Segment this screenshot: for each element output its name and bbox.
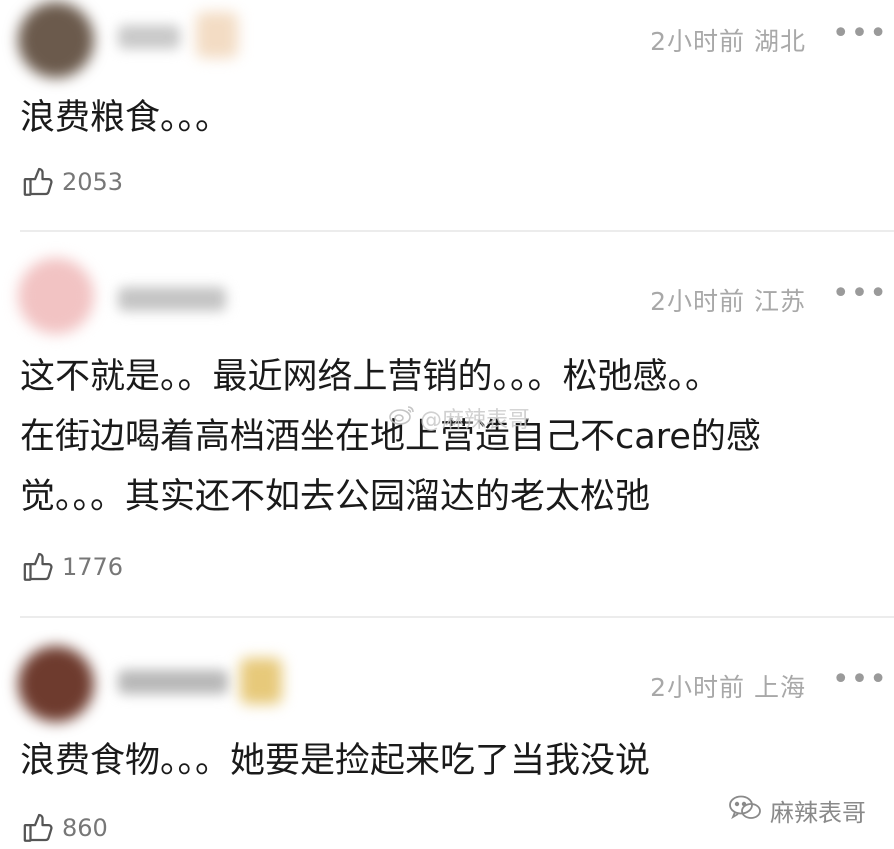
wechat-watermark: 麻辣表哥 bbox=[728, 793, 866, 828]
like-count: 1776 bbox=[62, 553, 124, 581]
weibo-icon bbox=[388, 404, 416, 432]
username-blurred[interactable] bbox=[118, 670, 228, 694]
comment-text: 这不就是。。最近网络上营销的。。。松弛感。。 在街边喝着高档酒坐在地上营造自己不… bbox=[20, 347, 864, 527]
comment-text: 浪费食物。。。她要是捡起来吃了当我没说 bbox=[20, 731, 864, 791]
comment-item: 2小时前 湖北 ••• 浪费粮食。。。 2053 bbox=[0, 0, 894, 230]
comment-line: 浪费食物。。。她要是捡起来吃了当我没说 bbox=[20, 741, 651, 781]
like-button[interactable]: 1776 bbox=[22, 550, 123, 584]
wechat-icon bbox=[728, 794, 762, 828]
user-badge bbox=[240, 658, 282, 704]
comment-line: 这不就是。。最近网络上营销的。。。松弛感。。 bbox=[20, 357, 721, 397]
wechat-watermark-text: 麻辣表哥 bbox=[770, 799, 866, 827]
thumbs-up-icon bbox=[22, 165, 56, 199]
like-button[interactable]: 860 bbox=[22, 811, 108, 845]
like-button[interactable]: 2053 bbox=[22, 165, 123, 199]
user-badge bbox=[196, 12, 238, 58]
weibo-watermark: @麻辣表哥 bbox=[388, 402, 530, 434]
more-options-icon[interactable]: ••• bbox=[832, 662, 888, 697]
thumbs-up-icon bbox=[22, 811, 56, 845]
like-count: 860 bbox=[62, 814, 108, 842]
comment-meta: 2小时前 上海 bbox=[650, 673, 806, 702]
comment-list: 2小时前 湖北 ••• 浪费粮食。。。 2053 2小时前 江苏 ••• 这不就… bbox=[0, 0, 894, 849]
username-blurred[interactable] bbox=[118, 25, 180, 49]
more-options-icon[interactable]: ••• bbox=[832, 16, 888, 51]
comment-line: 觉。。。其实还不如去公园溜达的老太松弛 bbox=[20, 477, 651, 517]
comment-line: 浪费粮食。。。 bbox=[20, 98, 231, 138]
avatar[interactable] bbox=[18, 646, 94, 722]
comment-meta: 2小时前 湖北 bbox=[650, 27, 806, 56]
weibo-watermark-text: @麻辣表哥 bbox=[420, 408, 531, 433]
comment-meta: 2小时前 江苏 bbox=[650, 287, 806, 316]
username-blurred[interactable] bbox=[118, 287, 226, 311]
avatar[interactable] bbox=[18, 2, 94, 78]
avatar[interactable] bbox=[18, 258, 94, 334]
more-options-icon[interactable]: ••• bbox=[832, 276, 888, 311]
comment-text: 浪费粮食。。。 bbox=[20, 88, 864, 148]
like-count: 2053 bbox=[62, 168, 124, 196]
thumbs-up-icon bbox=[22, 550, 56, 584]
